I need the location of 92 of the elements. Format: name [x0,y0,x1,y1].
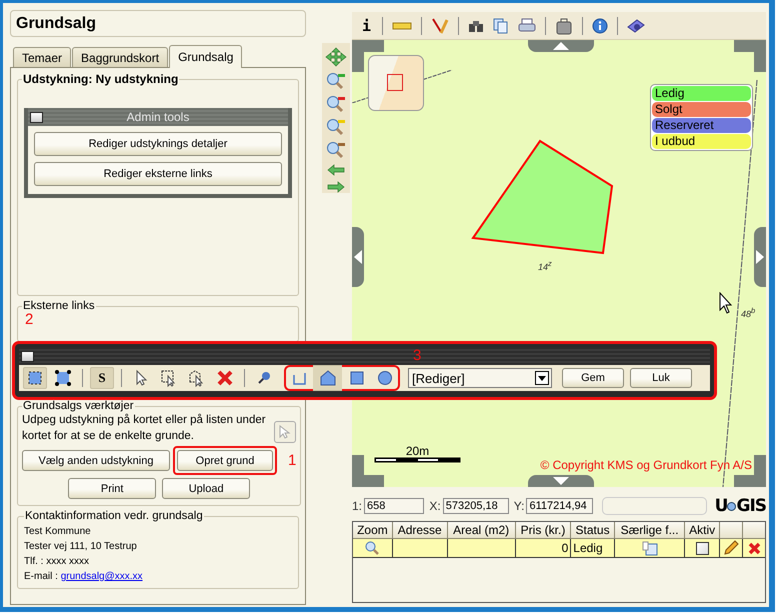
parcel-number: 48$^{b}$ [741,306,756,319]
pen-icon[interactable] [431,16,450,36]
email-label: E-mail : [24,571,58,582]
globe-icon [727,502,736,510]
toolbar-button[interactable]: Luk [630,368,692,388]
logo-text: GIS [736,496,766,516]
parcel-number: 14$^{z}$ [538,259,552,272]
pan-corner-handle[interactable] [734,40,766,72]
column-header[interactable]: Status [570,522,614,538]
identify-button[interactable]: i [360,16,374,34]
legend-item: Reserveret [652,118,751,133]
contact-line: Test Kommune [24,526,92,537]
legend-item: Ledig [652,86,751,101]
magnifier-icon[interactable] [326,72,346,90]
printer-icon[interactable] [518,18,536,34]
callout-number: 3 [413,348,422,363]
group-legend: Kontaktinformation vedr. grundsalg [24,510,204,522]
window-icon [21,350,34,362]
extent-rectangle [387,74,403,91]
binoculars-icon[interactable] [468,18,484,32]
column-header[interactable]: Pris (kr.) [515,522,571,538]
tab[interactable]: Temaer [13,47,72,67]
column-header[interactable]: Areal (m2) [447,522,516,538]
action-button[interactable]: Print [68,478,156,499]
pointer-button[interactable] [274,421,296,443]
pan-right-handle[interactable] [754,227,766,287]
admin-button[interactable]: Rediger eksterne links [34,162,282,186]
scale-field[interactable]: 658 [364,498,424,514]
table-cell: 0 [562,541,568,555]
mode-dropdown[interactable]: [Rediger] [408,368,552,388]
action-button[interactable]: Opret grund [177,450,273,471]
y-coordinate-field[interactable]: 6117214,94 [526,498,592,514]
callout-number: 1 [288,453,296,468]
legend-item: Solgt [652,102,751,117]
pan-up-handle[interactable] [528,40,594,52]
pan-corner-handle[interactable] [734,455,766,487]
admin-button[interactable]: Rediger udstyknings detaljer [34,132,282,156]
magnifier-icon[interactable] [326,141,346,159]
tab[interactable]: Baggrundskort [72,47,168,67]
pan-icon[interactable] [325,47,347,67]
action-button[interactable]: Upload [162,478,250,499]
logo-text: U [714,496,728,516]
overview-map[interactable] [368,55,424,111]
legend-item: I udbud [652,134,751,149]
callout-number: 2 [25,311,34,328]
instruction-text: Udpeg udstykning på kortet eller på listen under kortet for at se de enkelte grunde. [22,412,267,444]
scale-prefix: 1: [352,499,362,513]
window-title: Admin tools [126,110,190,124]
group-legend: Grundsalgs værktøjer [22,400,135,412]
pencil-icon[interactable] [723,540,739,556]
group-legend: Eksterne links [22,300,96,312]
select-area-icon[interactable] [23,367,47,389]
pan-corner-handle[interactable] [352,40,384,72]
group-legend: Udstykning: Ny udstykning [22,72,180,86]
column-header[interactable]: Aktiv [684,522,720,538]
document-icon[interactable] [642,540,658,556]
pointer-icon [279,425,292,439]
info-icon[interactable] [592,18,608,34]
toolbar-button[interactable]: Gem [562,368,624,388]
tab[interactable]: Grundsalg [169,45,242,68]
copy-icon[interactable] [493,18,510,34]
x-coordinate-field[interactable]: 573205,18 [442,498,509,514]
delete-icon[interactable] [748,542,760,556]
pan-down-handle[interactable] [528,475,594,487]
magnifier-icon[interactable] [326,95,346,113]
action-button[interactable]: Vælg anden udstykning [22,450,170,471]
column-header[interactable]: Særlige f... [614,522,685,538]
caret-icon [535,371,549,385]
contact-line: Tlf. : xxxx xxxx [24,556,90,567]
forward-arrow-icon[interactable] [327,181,345,193]
scale-label: 20m [406,445,430,457]
pan-left-handle[interactable] [352,227,364,287]
ruler-icon[interactable] [392,20,412,30]
column-header[interactable]: Adresse [392,522,448,538]
zoom-icon[interactable] [365,541,380,556]
bag-icon[interactable] [555,16,574,34]
email-link[interactable]: grundsalg@xxx.xx [60,571,143,582]
magnifier-icon[interactable] [326,118,346,136]
cursor-icon [719,292,733,314]
window-icon [30,112,43,122]
tool-button[interactable]: S [90,367,114,389]
panel-title: Grundsalg [16,14,96,32]
polygon-icon[interactable] [313,365,342,391]
x-label: X: [429,499,441,513]
copyright-text: © Copyright KMS og Grundkort Fyn A/S [540,458,752,472]
table-row[interactable]: 0 Ledig [353,538,765,558]
back-arrow-icon[interactable] [327,164,345,176]
column-header[interactable]: Zoom [353,522,392,538]
checkbox[interactable] [696,542,709,556]
y-label: Y: [514,499,524,513]
table-cell: Ledig [573,541,603,555]
contact-line: Tester vej 111, 10 Testrup [24,541,138,552]
